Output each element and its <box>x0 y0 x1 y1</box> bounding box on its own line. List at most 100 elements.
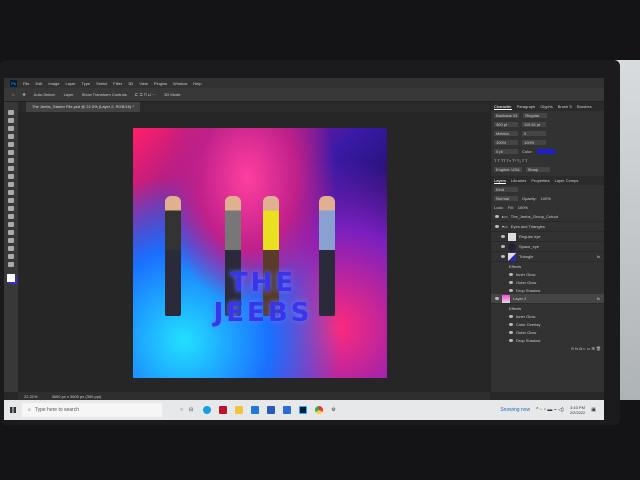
horizontal-scale-field[interactable]: 100% <box>522 140 546 145</box>
tab-properties[interactable]: Properties <box>531 178 549 183</box>
tab-brush-settings[interactable]: Brush S <box>558 104 572 109</box>
lasso-tool[interactable] <box>8 126 14 131</box>
home-icon[interactable]: ⌂ <box>12 92 14 97</box>
font-size-field[interactable]: 300 pt <box>494 122 518 127</box>
color-swatches[interactable] <box>7 274 15 282</box>
menu-image[interactable]: Image <box>48 81 59 86</box>
cortana-icon[interactable]: ○ <box>180 407 183 413</box>
effect-outer-glow[interactable]: Outer Glow <box>491 328 604 336</box>
effect-color-overlay[interactable]: Color Overlay <box>491 320 604 328</box>
effect-inner-glow[interactable]: Inner Glow <box>491 312 604 320</box>
blur-tool[interactable] <box>8 206 14 211</box>
eyedropper-tool[interactable] <box>8 150 14 155</box>
menu-view[interactable]: View <box>139 81 148 86</box>
menu-edit[interactable]: Edit <box>35 81 42 86</box>
auto-select-checkbox[interactable]: Auto-Select: <box>34 92 56 97</box>
tray-icons[interactable]: ^ ▫ ◔ ▬ ⌁ ◁) <box>536 407 564 413</box>
effect-outer-glow[interactable]: Outer Glow <box>491 278 604 286</box>
task-view-icon[interactable]: ⊟ <box>189 407 193 413</box>
menu-layer[interactable]: Layer <box>65 81 75 86</box>
effect-drop-shadow[interactable]: Drop Shadow <box>491 286 604 294</box>
layer-filter-select[interactable]: Kind <box>494 187 518 192</box>
antialias-select[interactable]: Sharp <box>525 167 550 172</box>
taskbar-search[interactable]: ⌕ Type here to search <box>22 403 162 417</box>
menu-select[interactable]: Select <box>96 81 107 86</box>
leading-field[interactable]: 115.61 pt <box>522 122 546 127</box>
store-icon[interactable] <box>267 406 276 414</box>
eye-icon[interactable] <box>495 225 499 228</box>
language-select[interactable]: English: USA <box>494 167 522 172</box>
mail-icon[interactable] <box>251 406 260 414</box>
menu-3d[interactable]: 3D <box>128 81 133 86</box>
layers-panel-footer-buttons[interactable]: ⊝ fx ◘ ◐ ▭ ⊞ 🗑 <box>491 344 604 353</box>
kerning-field[interactable]: Metrics <box>494 131 518 136</box>
crop-tool[interactable] <box>8 142 14 147</box>
type-tool[interactable] <box>8 230 14 235</box>
align-icons[interactable]: ⊏ ⊐ ⊓ ⊔ ⋯ <box>135 92 156 97</box>
menu-filter[interactable]: Filter <box>113 81 122 86</box>
outlook-icon[interactable] <box>283 406 292 414</box>
eye-icon[interactable] <box>501 245 505 248</box>
layer-group-cutout[interactable]: ▸▭ The_Jeebs_Group_Cutout <box>491 212 604 222</box>
gradient-tool[interactable] <box>8 198 14 203</box>
baseline-shift-field[interactable]: 0 pt <box>494 149 518 154</box>
eye-icon[interactable] <box>501 255 505 258</box>
menu-plugins[interactable]: Plugins <box>154 81 167 86</box>
stamp-tool[interactable] <box>8 174 14 179</box>
hand-tool[interactable] <box>8 254 14 259</box>
vertical-scale-field[interactable]: 100% <box>494 140 518 145</box>
settings-icon[interactable]: ⚙ <box>331 407 335 413</box>
tab-paragraph[interactable]: Paragraph <box>517 104 536 109</box>
zoom-tool[interactable] <box>8 262 14 267</box>
history-brush-tool[interactable] <box>8 182 14 187</box>
eye-icon[interactable] <box>495 297 499 300</box>
layer-regular-eye[interactable]: Regular eye <box>491 232 604 242</box>
tab-libraries[interactable]: Libraries <box>511 178 526 183</box>
eraser-tool[interactable] <box>8 190 14 195</box>
tab-character[interactable]: Character <box>494 104 512 110</box>
windows-start-icon[interactable] <box>10 407 16 413</box>
layer-2[interactable]: Layer 2 fx <box>491 294 604 304</box>
tab-layers[interactable]: Layers <box>494 178 507 184</box>
photoshop-taskbar-icon[interactable] <box>299 406 308 414</box>
tab-glyphs[interactable]: Glyphs <box>540 104 552 109</box>
layer-triangle[interactable]: Triangle fx <box>491 252 604 262</box>
artwork-canvas[interactable]: THE JEEBS <box>133 128 387 378</box>
menu-type[interactable]: Type <box>82 81 91 86</box>
tab-layer-comps[interactable]: Layer Comps <box>555 178 579 183</box>
quick-select-tool[interactable] <box>8 134 14 139</box>
font-family-select[interactable]: Bauhaus 93 <box>494 113 520 118</box>
brush-tool[interactable] <box>8 166 14 171</box>
app-red-icon[interactable] <box>219 406 228 414</box>
canvas-area[interactable]: THE JEEBS <box>18 112 490 392</box>
opacity-field[interactable]: 100% <box>541 196 551 201</box>
move-tool[interactable] <box>8 110 14 115</box>
marquee-tool[interactable] <box>8 118 14 123</box>
notification-icon[interactable]: ▣ <box>591 407 596 413</box>
zoom-level[interactable]: 22.31% <box>24 394 38 399</box>
shape-tool[interactable] <box>8 246 14 251</box>
font-style-select[interactable]: Regular <box>523 113 548 118</box>
edge-icon[interactable] <box>203 406 212 414</box>
layer-group-eyes[interactable]: ▾▭ Eyes and Triangles <box>491 222 604 232</box>
path-select-tool[interactable] <box>8 238 14 243</box>
document-tab[interactable]: The Jeebs_Starter File.psd @ 22.3% (Laye… <box>26 102 140 112</box>
text-color-swatch[interactable] <box>536 149 555 154</box>
clock[interactable]: 3:43 PM 2/2/2022 <box>570 405 586 415</box>
effect-inner-glow[interactable]: Inner Glow <box>491 270 604 278</box>
weather-widget[interactable]: Snowing now <box>500 407 530 413</box>
type-style-buttons[interactable]: T T TT Tт T¹ T₁ T T <box>491 156 604 165</box>
dodge-tool[interactable] <box>8 214 14 219</box>
eye-icon[interactable] <box>501 235 505 238</box>
auto-select-target-dropdown[interactable]: Layer <box>64 92 74 97</box>
healing-tool[interactable] <box>8 158 14 163</box>
show-transform-checkbox[interactable]: Show Transform Controls <box>82 92 127 97</box>
tracking-field[interactable]: 0 <box>522 131 546 136</box>
tab-brushes[interactable]: Brushes <box>577 104 592 109</box>
chrome-icon[interactable] <box>315 406 324 414</box>
file-explorer-icon[interactable] <box>235 406 244 414</box>
menu-window[interactable]: Window <box>173 81 187 86</box>
pen-tool[interactable] <box>8 222 14 227</box>
fill-field[interactable]: 100% <box>518 205 528 210</box>
fx-icon[interactable]: fx <box>597 296 604 301</box>
